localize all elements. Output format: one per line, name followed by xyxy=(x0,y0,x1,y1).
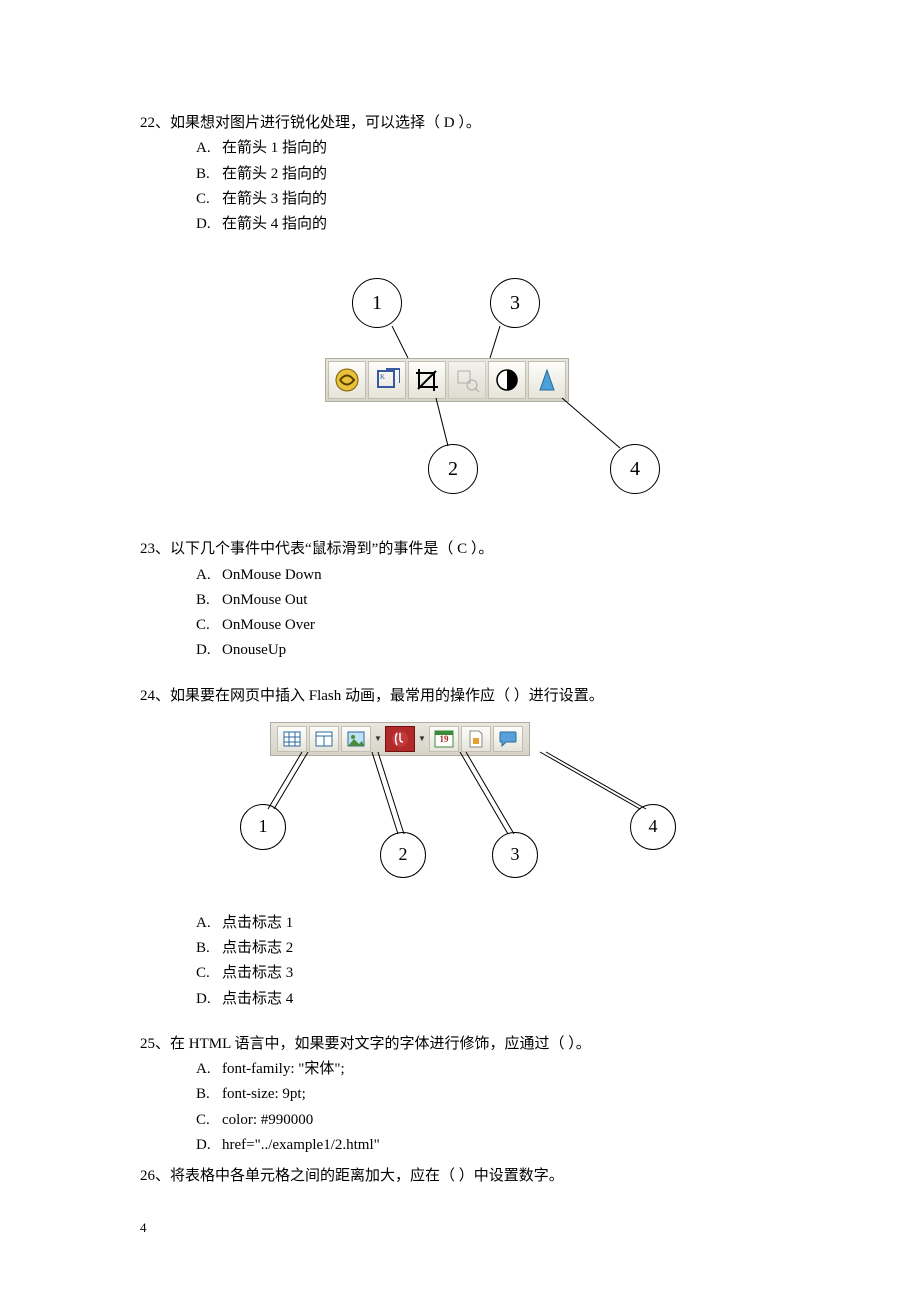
question-text: 如果要在网页中插入 Flash 动画，最常用的操作应（ ）进行设置。 xyxy=(170,688,604,704)
option-text: font-family: "宋体"; xyxy=(222,1061,345,1077)
callout-circle-1: 1 xyxy=(240,804,286,850)
callout-circle-3: 3 xyxy=(492,832,538,878)
option-letter: D. xyxy=(196,213,222,236)
option-text: font-size: 9pt; xyxy=(222,1086,306,1102)
option-text: 点击标志 4 xyxy=(222,991,293,1007)
question-24: 24、如果要在网页中插入 Flash 动画，最常用的操作应（ ）进行设置。 xyxy=(140,685,780,708)
question-text: 如果想对图片进行锐化处理，可以选择（ D ）。 xyxy=(170,115,481,131)
question-23: 23、以下几个事件中代表“鼠标滑到”的事件是（ C ）。 xyxy=(140,538,780,561)
option-text: OnMouse Over xyxy=(222,617,315,633)
option-text: 在箭头 4 指向的 xyxy=(222,216,327,232)
question-number: 24、 xyxy=(140,688,170,704)
contrast-icon[interactable] xyxy=(488,361,526,399)
option-text: OnMouse Down xyxy=(222,567,322,583)
option-letter: C. xyxy=(196,188,222,211)
question-number: 26、 xyxy=(140,1168,170,1184)
option-text: OnMouse Out xyxy=(222,592,307,608)
callout-circle-4: 4 xyxy=(610,444,660,494)
layout-icon[interactable] xyxy=(309,726,339,752)
question-22-options: A.在箭头 1 指向的 B.在箭头 2 指向的 C.在箭头 3 指向的 D.在箭… xyxy=(140,137,780,236)
figure-22: K 1 3 2 4 xyxy=(140,248,780,508)
question-text: 以下几个事件中代表“鼠标滑到”的事件是（ C ）。 xyxy=(170,541,493,557)
option-text: 在箭头 3 指向的 xyxy=(222,191,327,207)
option-text: 在箭头 2 指向的 xyxy=(222,166,327,182)
callout-circle-1: 1 xyxy=(352,278,402,328)
table-icon[interactable] xyxy=(277,726,307,752)
question-23-options: A.OnMouse Down B.OnMouse Out C.OnMouse O… xyxy=(140,564,780,663)
toolbar-q24: ▼ ▼ 19 xyxy=(270,722,530,756)
option-letter: D. xyxy=(196,639,222,662)
question-25-options: A.font-family: "宋体"; B.font-size: 9pt; C… xyxy=(140,1058,780,1157)
image-icon[interactable] xyxy=(341,726,371,752)
question-text: 将表格中各单元格之间的距离加大，应在（ ）中设置数字。 xyxy=(170,1168,564,1184)
option-text: OnouseUp xyxy=(222,642,286,658)
option-text: 在箭头 1 指向的 xyxy=(222,140,327,156)
sharpen-icon[interactable] xyxy=(528,361,566,399)
option-letter: A. xyxy=(196,137,222,160)
callout-circle-3: 3 xyxy=(490,278,540,328)
resize-icon[interactable]: K xyxy=(368,361,406,399)
option-letter: B. xyxy=(196,163,222,186)
figure-24: ▼ ▼ 19 1 2 3 4 xyxy=(140,714,780,894)
option-text: 点击标志 3 xyxy=(222,965,293,981)
callout-circle-4: 4 xyxy=(630,804,676,850)
page-icon[interactable] xyxy=(461,726,491,752)
toolbar-q22: K xyxy=(325,358,569,402)
option-letter: C. xyxy=(196,962,222,985)
option-letter: A. xyxy=(196,912,222,935)
option-text: 点击标志 2 xyxy=(222,940,293,956)
option-letter: C. xyxy=(196,1109,222,1132)
question-24-options: A.点击标志 1 B.点击标志 2 C.点击标志 3 D.点击标志 4 xyxy=(140,912,780,1011)
option-letter: A. xyxy=(196,1058,222,1081)
comment-icon[interactable] xyxy=(493,726,523,752)
option-letter: D. xyxy=(196,988,222,1011)
option-text: href="../example1/2.html" xyxy=(222,1137,380,1153)
flash-icon[interactable] xyxy=(385,726,415,752)
page-number: 4 xyxy=(140,1218,780,1238)
question-22: 22、如果想对图片进行锐化处理，可以选择（ D ）。 xyxy=(140,112,780,135)
option-letter: B. xyxy=(196,937,222,960)
svg-text:K: K xyxy=(380,373,385,381)
crop-icon[interactable] xyxy=(408,361,446,399)
option-letter: B. xyxy=(196,1083,222,1106)
option-letter: C. xyxy=(196,614,222,637)
dropdown-icon[interactable]: ▼ xyxy=(417,727,427,751)
question-text: 在 HTML 语言中，如果要对文字的字体进行修饰，应通过（ ）。 xyxy=(170,1036,591,1052)
option-text: 点击标志 1 xyxy=(222,915,293,931)
question-number: 25、 xyxy=(140,1036,170,1052)
option-text: color: #990000 xyxy=(222,1112,313,1128)
question-number: 22、 xyxy=(140,115,170,131)
question-25: 25、在 HTML 语言中，如果要对文字的字体进行修饰，应通过（ ）。 xyxy=(140,1033,780,1056)
option-letter: B. xyxy=(196,589,222,612)
question-26: 26、将表格中各单元格之间的距离加大，应在（ ）中设置数字。 xyxy=(140,1165,780,1188)
resample-icon[interactable] xyxy=(448,361,486,399)
question-number: 23、 xyxy=(140,541,170,557)
callout-circle-2: 2 xyxy=(428,444,478,494)
dropdown-icon[interactable]: ▼ xyxy=(373,727,383,751)
option-letter: A. xyxy=(196,564,222,587)
date-icon[interactable]: 19 xyxy=(429,726,459,752)
callout-circle-2: 2 xyxy=(380,832,426,878)
fireworks-icon[interactable] xyxy=(328,361,366,399)
option-letter: D. xyxy=(196,1134,222,1157)
